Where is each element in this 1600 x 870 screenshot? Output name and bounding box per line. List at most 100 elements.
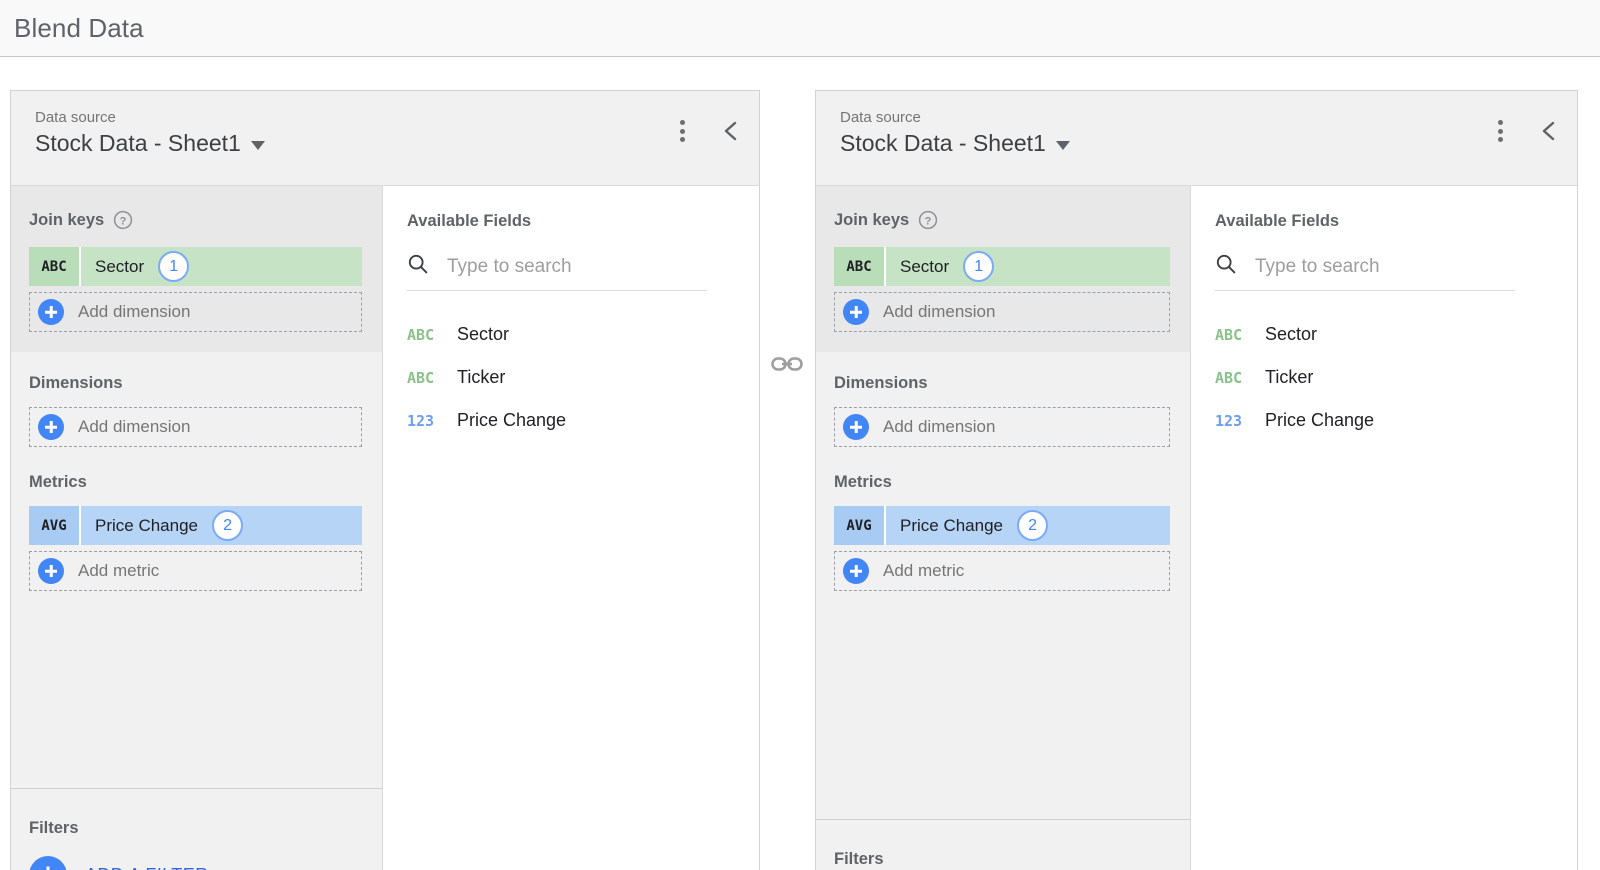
field-name: Ticker: [457, 367, 505, 388]
join-key-order-badge: 1: [158, 251, 189, 282]
svg-text:?: ?: [925, 215, 932, 227]
plus-icon: [29, 856, 67, 870]
join-key-name: Sector: [886, 257, 949, 277]
available-field-row[interactable]: 123 Price Change: [1215, 399, 1577, 442]
fields-column-right: Join keys ? ABC Sector 1: [816, 186, 1191, 870]
blend-source-panel-left: Data source Stock Data - Sheet1: [10, 90, 760, 870]
add-metric-button[interactable]: Add metric: [29, 551, 362, 591]
field-search-row[interactable]: [1215, 253, 1515, 291]
more-vert-icon[interactable]: [671, 118, 693, 144]
available-field-row[interactable]: ABC Ticker: [1215, 356, 1577, 399]
join-key-order-badge: 1: [963, 251, 994, 282]
aggregation-badge: AVG: [29, 506, 81, 545]
field-name: Price Change: [1265, 410, 1374, 431]
join-key-chip[interactable]: ABC Sector 1: [834, 247, 1170, 286]
title-bar: Blend Data: [0, 0, 1600, 57]
available-fields-heading: Available Fields: [1215, 212, 1577, 231]
plus-icon: [38, 558, 64, 584]
caret-down-icon[interactable]: [251, 141, 265, 150]
field-type-icon: ABC: [1215, 326, 1265, 344]
join-keys-section-left: Join keys ? ABC Sector 1: [11, 186, 382, 352]
field-type-icon: 123: [407, 412, 457, 430]
dimensions-heading: Dimensions: [834, 374, 1170, 393]
join-key-chip[interactable]: ABC Sector 1: [29, 247, 362, 286]
field-name: Ticker: [1265, 367, 1313, 388]
field-type-icon: 123: [1215, 412, 1265, 430]
panel-body-right: Join keys ? ABC Sector 1: [816, 186, 1577, 870]
page-title: Blend Data: [14, 13, 144, 44]
metric-chip[interactable]: AVG Price Change 2: [834, 506, 1170, 545]
dimensions-metrics-section-right: Dimensions Add dimension Metrics AVG Pri…: [816, 352, 1190, 819]
chevron-left-icon[interactable]: [719, 117, 743, 145]
fields-column-left: Join keys ? ABC Sector 1: [11, 186, 383, 870]
filters-heading: Filters: [29, 819, 362, 838]
data-source-selector-right[interactable]: Data source Stock Data - Sheet1: [840, 109, 1489, 157]
plus-icon: [843, 558, 869, 584]
metrics-heading: Metrics: [29, 473, 362, 492]
add-dimension-label: Add dimension: [78, 417, 190, 437]
add-metric-label: Add metric: [78, 561, 159, 581]
add-dimension-label: Add dimension: [78, 302, 190, 322]
metric-order-badge: 2: [212, 510, 243, 541]
metric-name: Price Change: [81, 516, 198, 536]
panel-header-left: Data source Stock Data - Sheet1: [11, 91, 759, 186]
dimensions-heading: Dimensions: [29, 374, 362, 393]
search-input[interactable]: [447, 256, 707, 278]
add-filter-label: ADD A FILTER: [85, 865, 209, 870]
available-field-row[interactable]: ABC Ticker: [407, 356, 759, 399]
field-type-icon: ABC: [1215, 369, 1265, 387]
add-metric-label: Add metric: [883, 561, 964, 581]
plus-icon: [843, 414, 869, 440]
filters-section-left: Filters ADD A FILTER: [11, 788, 382, 870]
dimensions-metrics-section-left: Dimensions Add dimension Metrics AVG Pri…: [11, 352, 382, 788]
search-icon: [1215, 253, 1237, 280]
metric-name: Price Change: [886, 516, 1003, 536]
data-source-label: Data source: [35, 109, 671, 126]
data-source-name: Stock Data - Sheet1: [840, 130, 1046, 157]
blend-source-panel-right: Data source Stock Data - Sheet1: [815, 90, 1578, 870]
plus-icon: [843, 299, 869, 325]
join-keys-heading: Join keys ?: [29, 210, 362, 230]
field-type-icon: ABC: [407, 326, 457, 344]
data-source-name: Stock Data - Sheet1: [35, 130, 241, 157]
blend-workspace: Data source Stock Data - Sheet1: [0, 57, 1600, 870]
aggregation-badge: AVG: [834, 506, 886, 545]
field-name: Sector: [1265, 324, 1317, 345]
help-circle-icon[interactable]: ?: [113, 210, 133, 230]
search-icon: [407, 253, 429, 280]
plus-icon: [38, 299, 64, 325]
plus-icon: [38, 414, 64, 440]
more-vert-icon[interactable]: [1489, 118, 1511, 144]
join-keys-label: Join keys: [834, 211, 909, 230]
available-field-row[interactable]: 123 Price Change: [407, 399, 759, 442]
available-fields-column-left: Available Fields ABC Sector ABC: [383, 186, 759, 870]
link-icon[interactable]: [770, 352, 804, 376]
add-join-key-dimension-button[interactable]: Add dimension: [834, 292, 1170, 332]
field-name: Price Change: [457, 410, 566, 431]
data-source-selector-left[interactable]: Data source Stock Data - Sheet1: [35, 109, 671, 157]
available-fields-heading: Available Fields: [407, 212, 759, 231]
add-metric-button[interactable]: Add metric: [834, 551, 1170, 591]
available-fields-column-right: Available Fields ABC Sector ABC: [1191, 186, 1577, 870]
add-dimension-button[interactable]: Add dimension: [834, 407, 1170, 447]
field-search-row[interactable]: [407, 253, 707, 291]
add-filter-button[interactable]: ADD A FILTER: [29, 856, 362, 870]
field-type-badge: ABC: [834, 247, 886, 286]
metric-chip[interactable]: AVG Price Change 2: [29, 506, 362, 545]
chevron-left-icon[interactable]: [1537, 117, 1561, 145]
help-circle-icon[interactable]: ?: [918, 210, 938, 230]
available-field-row[interactable]: ABC Sector: [1215, 313, 1577, 356]
available-field-row[interactable]: ABC Sector: [407, 313, 759, 356]
add-dimension-button[interactable]: Add dimension: [29, 407, 362, 447]
field-type-badge: ABC: [29, 247, 81, 286]
add-dimension-label: Add dimension: [883, 417, 995, 437]
caret-down-icon[interactable]: [1056, 141, 1070, 150]
join-key-name: Sector: [81, 257, 144, 277]
field-name: Sector: [457, 324, 509, 345]
svg-text:?: ?: [120, 215, 127, 227]
add-join-key-dimension-button[interactable]: Add dimension: [29, 292, 362, 332]
add-dimension-label: Add dimension: [883, 302, 995, 322]
search-input[interactable]: [1255, 256, 1515, 278]
panel-body-left: Join keys ? ABC Sector 1: [11, 186, 759, 870]
filters-section-right: Filters ADD A FILTER: [816, 819, 1190, 870]
